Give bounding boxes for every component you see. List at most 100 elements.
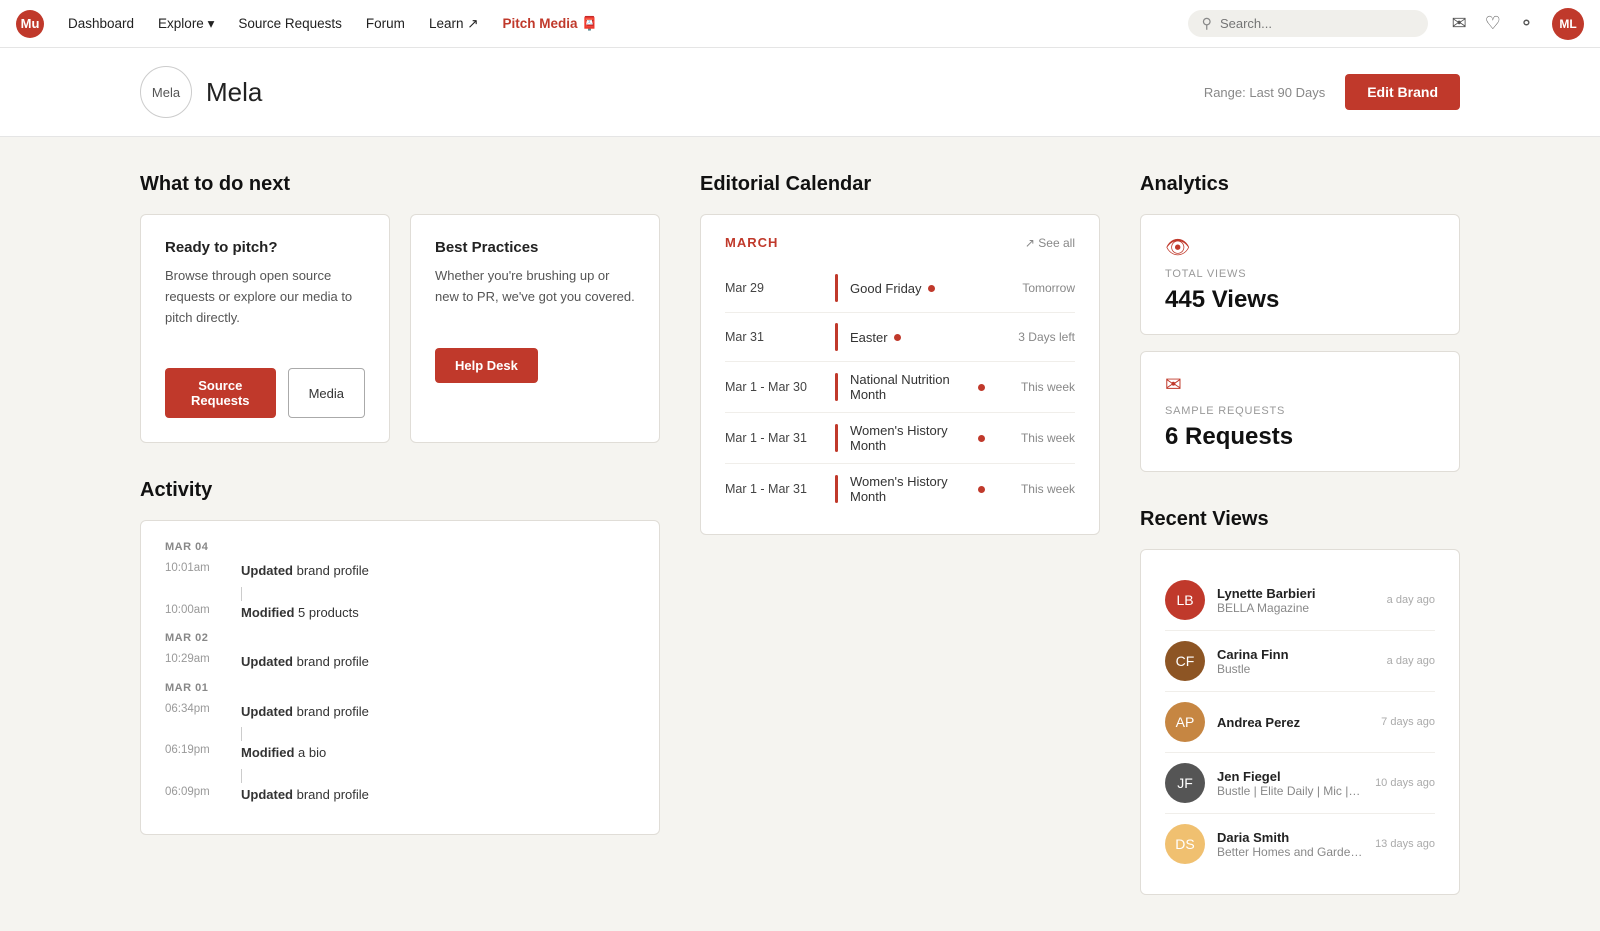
editorial-row: Mar 1 - Mar 31 Women's History Month Thi…	[725, 413, 1075, 464]
nav-source-requests[interactable]: Source Requests	[238, 16, 342, 31]
total-views-label: TOTAL VIEWS	[1165, 268, 1435, 280]
mail-icon: ✉	[1165, 372, 1435, 397]
activity-date-mar02: MAR 02	[165, 632, 635, 644]
brand-actions: Range: Last 90 Days Edit Brand	[1204, 74, 1460, 110]
activity-group-mar01: MAR 01 06:34pm Updated brand profile 06:…	[165, 682, 635, 805]
search-bar: ⚲	[1188, 10, 1428, 37]
recent-time: 10 days ago	[1375, 777, 1435, 789]
ed-timing: This week	[985, 482, 1075, 496]
edit-brand-button[interactable]: Edit Brand	[1345, 74, 1460, 110]
ed-dot	[894, 334, 901, 341]
source-requests-button[interactable]: Source Requests	[165, 368, 276, 418]
editorial-title: Editorial Calendar	[700, 173, 1100, 196]
activity-item: 10:01am Updated brand profile	[165, 561, 635, 581]
activity-time: 06:09pm	[165, 785, 225, 798]
date-range-label: Range: Last 90 Days	[1204, 85, 1325, 100]
activity-item: 10:29am Updated brand profile	[165, 652, 635, 672]
nav-explore[interactable]: Explore ▾	[158, 16, 214, 32]
recent-name: Daria Smith	[1217, 830, 1363, 845]
recent-time: a day ago	[1387, 594, 1435, 606]
recent-views-title: Recent Views	[1140, 508, 1460, 531]
activity-text: Updated brand profile	[241, 652, 369, 672]
best-practices-text: Whether you're brushing up or new to PR,…	[435, 266, 635, 308]
activity-text: Modified a bio	[241, 743, 326, 763]
activity-group-mar04: MAR 04 10:01am Updated brand profile 10:…	[165, 541, 635, 622]
ed-date: Mar 31	[725, 330, 835, 344]
brand-logo: Mela	[140, 66, 192, 118]
main-content: What to do next Ready to pitch? Browse t…	[0, 137, 1600, 931]
avatar-carina: CF	[1165, 641, 1205, 681]
nav-dashboard[interactable]: Dashboard	[68, 16, 134, 31]
recent-item: DS Daria Smith Better Homes and Gardens …	[1165, 814, 1435, 874]
bookmark-icon[interactable]: ♡	[1485, 13, 1501, 34]
wtdn-title: What to do next	[140, 173, 660, 196]
recent-name: Jen Fiegel	[1217, 769, 1363, 784]
activity-item: 10:00am Modified 5 products	[165, 603, 635, 623]
avatar-jen: JF	[1165, 763, 1205, 803]
best-practices-title: Best Practices	[435, 239, 635, 256]
nav-forum[interactable]: Forum	[366, 16, 405, 31]
recent-info: Andrea Perez	[1217, 715, 1369, 730]
activity-divider	[241, 727, 242, 741]
brand-name: Mela	[206, 77, 262, 108]
ed-bar	[835, 274, 838, 302]
activity-card: MAR 04 10:01am Updated brand profile 10:…	[140, 520, 660, 835]
recent-item: JF Jen Fiegel Bustle | Elite Daily | Mic…	[1165, 753, 1435, 814]
right-column: Analytics 👁 TOTAL VIEWS 445 Views ✉ SAMP…	[1140, 173, 1460, 895]
recent-views-card: LB Lynette Barbieri BELLA Magazine a day…	[1140, 549, 1460, 895]
total-views-value: 445 Views	[1165, 286, 1435, 314]
activity-text: Updated brand profile	[241, 702, 369, 722]
nav-logo[interactable]: Mu	[16, 10, 44, 38]
analytics-cards: 👁 TOTAL VIEWS 445 Views ✉ SAMPLE REQUEST…	[1140, 214, 1460, 472]
ed-dot	[928, 285, 935, 292]
ed-event: Good Friday	[850, 281, 985, 296]
editorial-header: MARCH ↗ See all	[725, 235, 1075, 250]
see-all-button[interactable]: ↗ See all	[1025, 236, 1075, 250]
activity-item: 06:09pm Updated brand profile	[165, 785, 635, 805]
user-avatar[interactable]: ML	[1552, 8, 1584, 40]
ed-date: Mar 1 - Mar 30	[725, 380, 835, 394]
search-input[interactable]	[1220, 16, 1414, 31]
brand-header: Mela Mela Range: Last 90 Days Edit Brand	[0, 48, 1600, 137]
ed-date: Mar 1 - Mar 31	[725, 431, 835, 445]
best-practices-actions: Help Desk	[435, 348, 635, 383]
analytics-title: Analytics	[1140, 173, 1460, 196]
avatar-andrea: AP	[1165, 702, 1205, 742]
media-button[interactable]: Media	[288, 368, 365, 418]
brand-info: Mela Mela	[140, 66, 262, 118]
activity-item: 06:19pm Modified a bio	[165, 743, 635, 763]
ed-dot	[978, 384, 985, 391]
search-icon: ⚲	[1202, 15, 1212, 32]
recent-info: Jen Fiegel Bustle | Elite Daily | Mic | …	[1217, 769, 1363, 798]
avatar-daria: DS	[1165, 824, 1205, 864]
ed-event: Easter	[850, 330, 985, 345]
ed-event: National Nutrition Month	[850, 372, 985, 402]
ed-bar	[835, 323, 838, 351]
activity-text: Updated brand profile	[241, 785, 369, 805]
ed-dot	[978, 486, 985, 493]
activity-time: 10:00am	[165, 603, 225, 616]
ed-bar	[835, 373, 838, 401]
ed-event: Women's History Month	[850, 474, 985, 504]
mail-icon[interactable]: ✉	[1452, 13, 1467, 34]
ed-timing: 3 Days left	[985, 330, 1075, 344]
ready-to-pitch-text: Browse through open source requests or e…	[165, 266, 365, 328]
recent-pub: BELLA Magazine	[1217, 601, 1375, 615]
nav-pitch-media[interactable]: Pitch Media 📮	[503, 16, 599, 32]
help-desk-button[interactable]: Help Desk	[435, 348, 538, 383]
recent-name: Lynette Barbieri	[1217, 586, 1375, 601]
ed-timing: This week	[985, 380, 1075, 394]
left-column: What to do next Ready to pitch? Browse t…	[140, 173, 660, 895]
recent-pub: Better Homes and Gardens | Fa...	[1217, 845, 1363, 859]
bell-icon[interactable]: ⚬	[1519, 13, 1534, 34]
recent-time: 13 days ago	[1375, 838, 1435, 850]
activity-time: 10:01am	[165, 561, 225, 574]
ready-to-pitch-title: Ready to pitch?	[165, 239, 365, 256]
ready-to-pitch-actions: Source Requests Media	[165, 368, 365, 418]
sample-requests-card: ✉ SAMPLE REQUESTS 6 Requests	[1140, 351, 1460, 472]
sample-requests-label: SAMPLE REQUESTS	[1165, 405, 1435, 417]
ed-event: Women's History Month	[850, 423, 985, 453]
activity-date-mar04: MAR 04	[165, 541, 635, 553]
best-practices-card: Best Practices Whether you're brushing u…	[410, 214, 660, 443]
nav-learn[interactable]: Learn ↗	[429, 16, 479, 32]
